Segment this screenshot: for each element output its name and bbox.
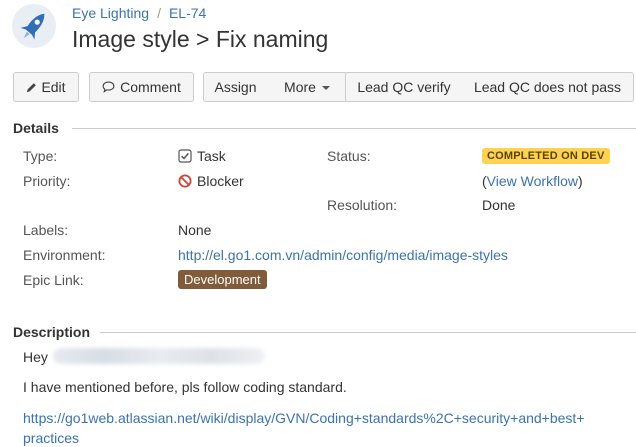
breadcrumb-project-link[interactable]: Eye Lighting xyxy=(72,5,149,21)
type-value: Task xyxy=(178,148,226,164)
description-divider xyxy=(100,332,636,333)
edit-button-label: Edit xyxy=(41,79,66,95)
comment-button-label: Comment xyxy=(120,79,181,95)
chevron-down-icon xyxy=(321,86,330,91)
priority-value: Blocker xyxy=(178,173,244,189)
environment-link[interactable]: http://el.go1.com.vn/admin/config/media/… xyxy=(178,247,508,263)
labels-value: None xyxy=(178,222,212,238)
coding-standards-link-continued[interactable]: practices xyxy=(23,430,79,446)
breadcrumb: Eye Lighting / EL-74 xyxy=(72,5,206,21)
description-text: I have mentioned before, pls follow codi… xyxy=(23,379,347,395)
view-workflow: (View Workflow) xyxy=(482,173,583,189)
lead-qc-verify-button[interactable]: Lead QC verify xyxy=(345,72,463,102)
description-greeting: Hey xyxy=(23,349,48,365)
details-heading: Details xyxy=(13,120,59,136)
status-badge: COMPLETED ON DEV xyxy=(482,148,610,164)
epic-link-label: Epic Link: xyxy=(23,272,84,288)
comment-button[interactable]: Comment xyxy=(89,72,194,102)
project-avatar[interactable] xyxy=(12,4,56,48)
lead-qc-verify-label: Lead QC verify xyxy=(357,79,451,95)
priority-value-text: Blocker xyxy=(197,173,244,189)
breadcrumb-issue-key-link[interactable]: EL-74 xyxy=(169,5,206,21)
lead-qc-does-not-pass-button[interactable]: Lead QC does not pass xyxy=(462,72,634,102)
assign-button-label: Assign xyxy=(214,79,257,95)
edit-button[interactable]: Edit xyxy=(13,72,79,102)
status-label: Status: xyxy=(327,148,371,164)
redacted-mentions xyxy=(53,348,265,364)
type-label: Type: xyxy=(23,148,58,164)
lead-qc-does-not-pass-label: Lead QC does not pass xyxy=(473,79,622,95)
breadcrumb-separator: / xyxy=(157,5,161,21)
environment-label: Environment: xyxy=(23,247,106,263)
task-icon xyxy=(178,149,192,163)
blocker-icon xyxy=(178,174,192,188)
workflow-close-paren: ) xyxy=(577,173,583,189)
pencil-icon xyxy=(27,83,37,93)
resolution-value: Done xyxy=(482,197,516,213)
coding-standards-link[interactable]: https://go1web.atlassian.net/wiki/displa… xyxy=(23,410,585,426)
assign-button[interactable]: Assign xyxy=(203,72,268,102)
labels-label: Labels: xyxy=(23,222,69,238)
description-heading: Description xyxy=(13,324,91,340)
epic-link-lozenge[interactable]: Development xyxy=(178,270,267,289)
more-button-label: More xyxy=(284,79,316,95)
resolution-label: Resolution: xyxy=(327,197,398,213)
more-button[interactable]: More xyxy=(267,72,348,102)
rocket-icon xyxy=(12,4,56,48)
issue-title: Image style > Fix naming xyxy=(72,26,329,52)
priority-label: Priority: xyxy=(23,173,71,189)
speech-bubble-icon xyxy=(102,81,115,94)
type-value-text: Task xyxy=(197,148,226,164)
details-divider xyxy=(72,128,636,129)
view-workflow-link[interactable]: View Workflow xyxy=(487,173,578,189)
